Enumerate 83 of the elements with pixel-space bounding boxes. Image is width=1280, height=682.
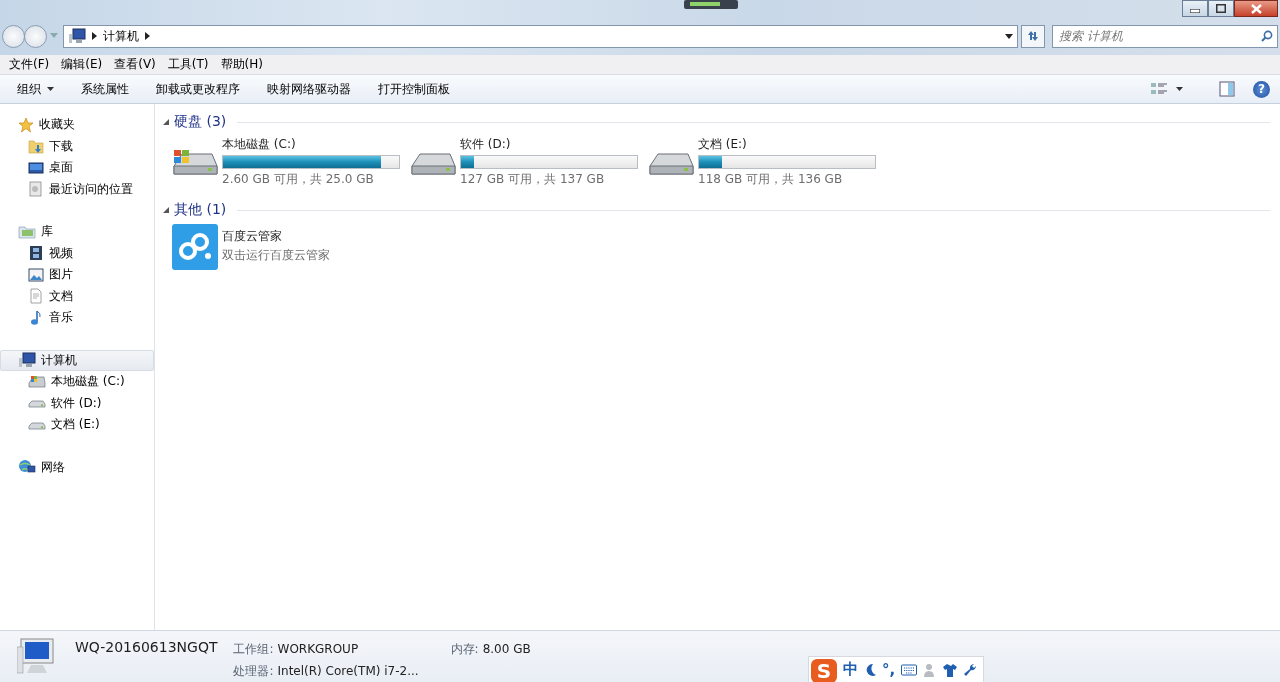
search-field[interactable]: 搜索 计算机 — [1052, 24, 1278, 48]
sidebar-item[interactable]: 本地磁盘 (C:) — [0, 371, 154, 393]
chevron-icon[interactable] — [145, 32, 150, 40]
sidebar-item[interactable]: 桌面 — [0, 157, 154, 179]
windows-drive-icon — [28, 373, 46, 390]
sidebar-item[interactable]: 计算机 — [0, 349, 154, 371]
minimize-icon — [1190, 9, 1200, 13]
detail-label: 处理器: — [233, 663, 274, 680]
menu-item[interactable]: 查看(V) — [109, 56, 161, 73]
computer-icon — [68, 28, 86, 44]
breadcrumb[interactable]: 计算机 — [103, 27, 139, 45]
sidebar-item[interactable]: 收藏夹 — [0, 114, 154, 136]
sidebar-item[interactable]: 软件 (D:) — [0, 392, 154, 414]
download-folder-icon — [28, 138, 44, 155]
shirt-icon[interactable] — [943, 662, 958, 677]
sidebar-item[interactable]: 视频 — [0, 242, 154, 264]
toolbar-button[interactable]: 映射网络驱动器 — [260, 77, 358, 101]
detail-label: 工作组: — [233, 641, 274, 658]
computer-icon — [18, 352, 36, 369]
drive-space-text: 127 GB 可用，共 137 GB — [460, 171, 606, 188]
cloud-app-icon — [172, 224, 218, 270]
expanded-triangle-icon[interactable] — [163, 119, 169, 125]
library-folder-icon — [18, 223, 36, 240]
keyboard-icon[interactable] — [901, 663, 918, 676]
search-icon — [1261, 30, 1273, 42]
close-button[interactable] — [1234, 0, 1278, 17]
detail-value: WORKGROUP — [277, 642, 360, 656]
sidebar-item[interactable]: 库 — [0, 221, 154, 243]
document-icon — [28, 288, 44, 305]
help-button[interactable]: ? — [1253, 80, 1270, 98]
sidebar-item[interactable]: 最近访问的位置 — [0, 178, 154, 200]
detail-value: 8.00 GB — [482, 642, 531, 656]
toolbar-button[interactable]: 卸载或更改程序 — [149, 77, 247, 101]
sidebar-item[interactable]: 图片 — [0, 264, 154, 286]
sidebar-item[interactable]: 音乐 — [0, 307, 154, 329]
sidebar-item[interactable]: 网络 — [0, 456, 154, 478]
menu-item[interactable]: 工具(T) — [162, 56, 214, 73]
drive-space-text: 2.60 GB 可用，共 25.0 GB — [222, 171, 375, 188]
punctuation-toggle[interactable]: °, — [882, 660, 896, 679]
drive-name[interactable]: 本地磁盘 (C:) — [222, 136, 400, 153]
menu-item[interactable]: 文件(F) — [4, 56, 55, 73]
moon-icon[interactable] — [864, 662, 876, 677]
toolbar-button[interactable]: 组织 — [10, 77, 61, 101]
caret-icon — [47, 87, 54, 91]
drive-space-text: 118 GB 可用，共 136 GB — [698, 171, 844, 188]
desktop-icon — [28, 159, 44, 176]
toolbar-button[interactable]: 打开控制面板 — [371, 77, 457, 101]
caret-icon[interactable] — [1176, 87, 1183, 91]
address-bar[interactable]: 计算机 — [63, 24, 1018, 48]
computer-name: WQ-20160613NGQT — [75, 638, 218, 657]
detail-value: Intel(R) Core(TM) i7-2... — [277, 664, 419, 678]
menu-item[interactable]: 编辑(E) — [56, 56, 108, 73]
app-name[interactable]: 百度云管家 — [222, 228, 400, 245]
sidebar-item[interactable]: 文档 — [0, 285, 154, 307]
menu-item[interactable]: 帮助(H) — [215, 56, 268, 73]
level-meter-icon — [684, 0, 738, 9]
recent-places-icon — [28, 181, 44, 198]
chevron-icon[interactable] — [92, 32, 97, 40]
input-mode-toggle[interactable]: 中 — [843, 660, 858, 679]
network-icon — [18, 459, 36, 476]
drive-name[interactable]: 文档 (E:) — [698, 136, 876, 153]
close-icon — [1250, 3, 1262, 14]
picture-icon — [28, 266, 44, 283]
search-input[interactable]: 搜索 计算机 — [1057, 28, 1261, 44]
sidebar-item[interactable]: 文档 (E:) — [0, 414, 154, 436]
expanded-triangle-icon[interactable] — [163, 207, 169, 213]
group-header: 硬盘 (3) — [174, 113, 227, 131]
refresh-icon — [1026, 29, 1040, 43]
sidebar-item[interactable]: 下载 — [0, 135, 154, 157]
wrench-icon[interactable] — [963, 662, 978, 677]
star-icon — [18, 116, 34, 133]
app-description: 双击运行百度云管家 — [222, 247, 331, 264]
drive-name[interactable]: 软件 (D:) — [460, 136, 638, 153]
caret-icon[interactable] — [1005, 33, 1013, 39]
maximize-button[interactable] — [1208, 0, 1234, 17]
film-strip-icon — [28, 245, 44, 262]
music-note-icon — [28, 309, 44, 326]
maximize-icon — [1216, 4, 1226, 13]
refresh-button[interactable] — [1021, 24, 1045, 48]
group-header: 其他 (1) — [174, 201, 227, 219]
minimize-button[interactable] — [1182, 0, 1208, 17]
detail-label: 内存: — [450, 641, 479, 658]
toolbar-button[interactable]: 系统属性 — [74, 77, 136, 101]
